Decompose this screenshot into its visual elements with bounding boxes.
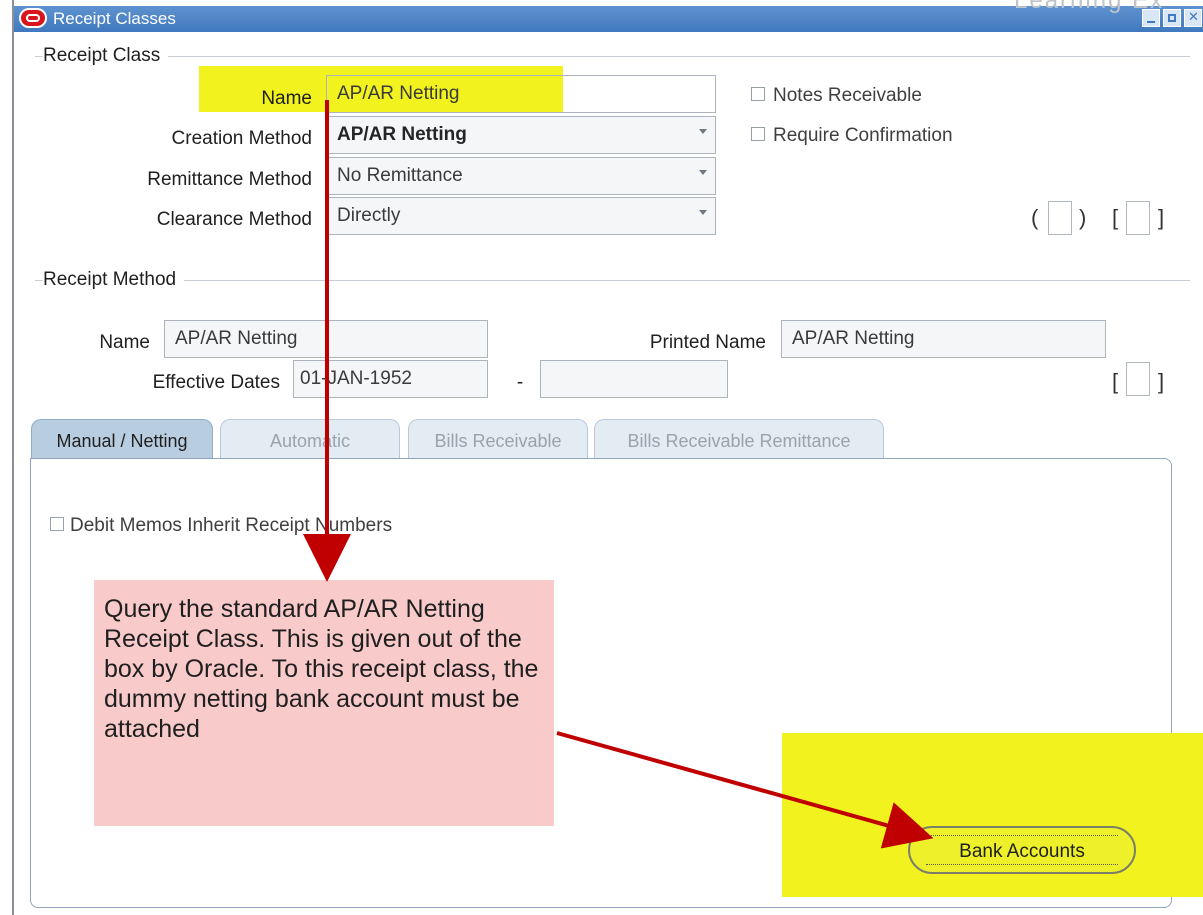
bank-accounts-button[interactable]: Bank Accounts — [908, 826, 1136, 874]
tab-bills-receivable[interactable]: Bills Receivable — [408, 419, 588, 459]
clearance-method-select[interactable]: Directly — [326, 197, 716, 235]
remittance-method-value: No Remittance — [337, 165, 463, 186]
creation-method-select[interactable]: AP/AR Netting — [326, 116, 716, 154]
window-title: Receipt Classes — [53, 9, 176, 28]
descriptive-flex-right-paren: ) — [1079, 205, 1087, 230]
minimize-icon[interactable] — [1142, 9, 1160, 27]
notes-receivable-checkbox[interactable] — [751, 87, 765, 101]
tab-bills-receivable-remittance[interactable]: Bills Receivable Remittance — [594, 419, 884, 459]
debit-memos-checkbox[interactable] — [50, 517, 64, 531]
chevron-down-icon — [699, 210, 707, 215]
receipt-class-divider — [35, 56, 1190, 57]
effective-dates-label: Effective Dates — [152, 372, 280, 393]
bank-accounts-button-label: Bank Accounts — [959, 841, 1085, 862]
date-separator: - — [516, 372, 524, 393]
receipt-method-flex-field[interactable] — [1126, 362, 1150, 396]
receipt-method-flex-right-bracket: ] — [1158, 369, 1165, 394]
oracle-app-icon — [19, 8, 47, 28]
chevron-down-icon — [699, 129, 707, 134]
remittance-method-label: Remittance Method — [147, 169, 312, 190]
printed-name-field[interactable]: AP/AR Netting — [781, 320, 1106, 358]
receipt-class-name-field[interactable]: AP/AR Netting — [326, 75, 716, 113]
tab-automatic[interactable]: Automatic — [220, 419, 400, 459]
require-confirmation-label: Require Confirmation — [773, 125, 953, 146]
receipt-method-flex-left-bracket: [ — [1112, 369, 1119, 394]
descriptive-flex-field-1[interactable] — [1048, 201, 1072, 235]
descriptive-flex-left-paren: ( — [1031, 205, 1039, 230]
notes-receivable-label: Notes Receivable — [773, 85, 922, 106]
remittance-method-select[interactable]: No Remittance — [326, 157, 716, 195]
receipt-method-section-title: Receipt Method — [43, 269, 185, 291]
annotation-callout: Query the standard AP/AR Netting Receipt… — [94, 580, 554, 826]
printed-name-label: Printed Name — [649, 332, 766, 353]
tab-manual-netting[interactable]: Manual / Netting — [31, 419, 213, 459]
maximize-icon[interactable] — [1163, 9, 1181, 27]
receipt-method-name-field[interactable]: AP/AR Netting — [164, 320, 488, 358]
clearance-method-label: Clearance Method — [156, 209, 312, 230]
descriptive-flex-field-2[interactable] — [1126, 201, 1150, 235]
receipt-class-name-label: Name — [261, 88, 312, 109]
effective-from-field[interactable]: 01-JAN-1952 — [293, 360, 488, 398]
receipt-method-divider — [35, 280, 1190, 281]
descriptive-flex-left-bracket: [ — [1112, 205, 1119, 230]
window-left-border — [0, 0, 14, 915]
chevron-down-icon — [699, 170, 707, 175]
creation-method-value: AP/AR Netting — [337, 124, 467, 145]
effective-to-field[interactable] — [540, 360, 728, 398]
require-confirmation-checkbox[interactable] — [751, 127, 765, 141]
descriptive-flex-right-bracket: ] — [1158, 205, 1165, 230]
debit-memos-label: Debit Memos Inherit Receipt Numbers — [70, 515, 393, 536]
clearance-method-value: Directly — [337, 205, 401, 226]
creation-method-label: Creation Method — [171, 128, 312, 149]
close-icon[interactable] — [1184, 9, 1202, 27]
receipt-class-section-title: Receipt Class — [43, 45, 169, 67]
receipt-method-name-label: Name — [99, 332, 150, 353]
